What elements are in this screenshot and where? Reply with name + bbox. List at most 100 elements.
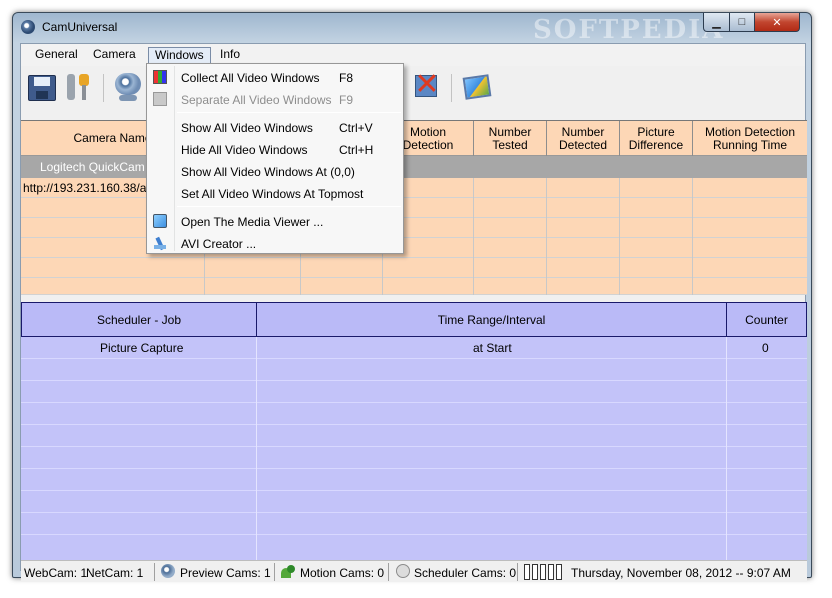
camera-row-empty[interactable] <box>21 258 807 278</box>
menu-item-label: Open The Media Viewer ... <box>181 215 324 229</box>
col-scheduler-job[interactable]: Scheduler - Job <box>22 303 257 336</box>
scheduler-cam-icon <box>396 564 410 578</box>
client-area: General Camera Windows Info ✕ Camera Nam… <box>20 43 807 582</box>
camera-table-header: Camera Name Motion Detection Number Test… <box>21 121 807 156</box>
menu-open-media-viewer[interactable]: Open The Media Viewer ... <box>149 210 401 232</box>
scheduler-table-header: Scheduler - Job Time Range/Interval Coun… <box>21 302 807 337</box>
camera-row-empty[interactable] <box>21 198 807 218</box>
webcam-count: WebCam: 1 <box>24 566 88 580</box>
menu-show-windows-at-origin[interactable]: Show All Video Windows At (0,0) <box>149 160 401 182</box>
media-viewer-icon <box>153 214 167 228</box>
menu-separate-all-video-windows[interactable]: Separate All Video Windows F9 <box>149 88 401 110</box>
camera-name-cell: Logitech QuickCam F <box>40 160 156 174</box>
menu-item-shortcut: Ctrl+V <box>339 121 373 135</box>
menu-item-label: AVI Creator ... <box>181 237 257 251</box>
activity-box <box>524 564 530 580</box>
menu-hide-all-video-windows[interactable]: Hide All Video Windows Ctrl+H <box>149 138 401 160</box>
menu-general[interactable]: General <box>29 47 84 64</box>
menu-windows[interactable]: Windows <box>148 47 211 64</box>
scheduler-table: Scheduler - Job Time Range/Interval Coun… <box>21 302 807 560</box>
grid-line <box>619 178 620 295</box>
window-title: CamUniversal <box>42 20 118 34</box>
settings-tools-icon[interactable] <box>63 71 95 103</box>
menu-show-all-video-windows[interactable]: Show All Video Windows Ctrl+V <box>149 116 401 138</box>
col-number-tested[interactable]: Number Tested <box>473 121 546 156</box>
menu-set-windows-topmost[interactable]: Set All Video Windows At Topmost <box>149 182 401 204</box>
scheduler-row-empty[interactable] <box>21 491 807 513</box>
avi-creator-icon <box>153 236 167 250</box>
activity-indicator <box>524 564 562 580</box>
watermark-text: SOFTPEDIA <box>533 15 725 45</box>
status-separator <box>154 563 155 581</box>
scheduler-row-empty[interactable] <box>21 403 807 425</box>
col-picture-difference[interactable]: Picture Difference <box>619 121 692 156</box>
media-viewer-icon[interactable] <box>461 71 493 103</box>
counter-cell: 0 <box>762 341 769 355</box>
activity-box <box>540 564 546 580</box>
motion-cams-count: Motion Cams: 0 <box>300 566 385 580</box>
col-counter[interactable]: Counter <box>727 303 806 336</box>
grid-line <box>692 178 693 295</box>
save-icon[interactable] <box>26 71 58 103</box>
menu-item-label: Separate All Video Windows <box>181 93 332 107</box>
scheduler-row-empty[interactable] <box>21 535 807 560</box>
col-motion-running-time[interactable]: Motion Detection Running Time <box>692 121 807 156</box>
menu-separator <box>177 206 401 207</box>
grid-line <box>256 337 257 560</box>
status-bar: WebCam: 1 NetCam: 1 Preview Cams: 1 Moti… <box>21 560 807 582</box>
preview-cam-icon <box>161 564 175 578</box>
scheduler-row[interactable]: Picture Capture at Start 0 <box>21 337 807 359</box>
menu-item-label: Show All Video Windows At (0,0) <box>181 165 355 179</box>
stop-cameras-icon[interactable]: ✕ <box>411 69 443 103</box>
col-time-range[interactable]: Time Range/Interval <box>257 303 727 336</box>
menu-item-label: Collect All Video Windows <box>181 71 320 85</box>
preview-cams-count: Preview Cams: 1 <box>180 566 271 580</box>
menu-separator <box>177 112 401 113</box>
title-bar[interactable]: CamUniversal SOFTPEDIA ▁ □ ✕ <box>13 13 811 45</box>
maximize-button[interactable]: □ <box>729 13 755 32</box>
menu-avi-creator[interactable]: AVI Creator ... <box>149 232 401 254</box>
camera-table: Camera Name Motion Detection Number Test… <box>21 120 807 295</box>
menu-item-shortcut: Ctrl+H <box>339 143 374 157</box>
scheduler-row-empty[interactable] <box>21 469 807 491</box>
scheduler-row-empty[interactable] <box>21 359 807 381</box>
netcam-count: NetCam: 1 <box>86 566 144 580</box>
camera-row-empty[interactable] <box>21 238 807 258</box>
scheduler-row-empty[interactable] <box>21 381 807 403</box>
webcam-icon[interactable] <box>113 71 145 103</box>
menu-collect-all-video-windows[interactable]: Collect All Video Windows F8 <box>149 66 401 88</box>
scheduler-row-empty[interactable] <box>21 425 807 447</box>
camera-row-empty[interactable] <box>21 278 807 295</box>
camera-row[interactable]: http://193.231.160.38/axi <box>21 178 807 198</box>
camera-row-selected[interactable]: Logitech QuickCam F <box>21 156 807 178</box>
status-separator <box>388 563 389 581</box>
datetime-display: Thursday, November 08, 2012 -- 9:07 AM <box>571 566 791 580</box>
menu-info[interactable]: Info <box>214 47 246 64</box>
app-icon <box>21 20 35 34</box>
job-cell: Picture Capture <box>100 341 184 355</box>
scheduler-cams-count: Scheduler Cams: 0 <box>414 566 517 580</box>
scheduler-row-empty[interactable] <box>21 513 807 535</box>
grid-line <box>473 178 474 295</box>
status-separator <box>274 563 275 581</box>
toolbar: ✕ <box>21 66 805 108</box>
separate-windows-icon <box>153 92 167 106</box>
app-window: CamUniversal SOFTPEDIA ▁ □ ✕ General Cam… <box>12 12 812 582</box>
minimize-button[interactable]: ▁ <box>703 13 730 32</box>
toolbar-separator <box>451 74 452 102</box>
activity-box <box>556 564 562 580</box>
menu-camera[interactable]: Camera <box>87 47 142 64</box>
scheduler-row-empty[interactable] <box>21 447 807 469</box>
menu-bar: General Camera Windows Info <box>21 44 805 66</box>
camera-row-empty[interactable] <box>21 218 807 238</box>
activity-box <box>548 564 554 580</box>
menu-item-label: Hide All Video Windows <box>181 143 308 157</box>
activity-box <box>532 564 538 580</box>
close-button[interactable]: ✕ <box>754 13 800 32</box>
motion-cam-icon <box>281 564 295 578</box>
col-number-detected[interactable]: Number Detected <box>546 121 619 156</box>
menu-item-shortcut: F8 <box>339 71 354 85</box>
grid-line <box>546 178 547 295</box>
grid-line <box>726 337 727 560</box>
toolbar-separator <box>103 74 104 102</box>
